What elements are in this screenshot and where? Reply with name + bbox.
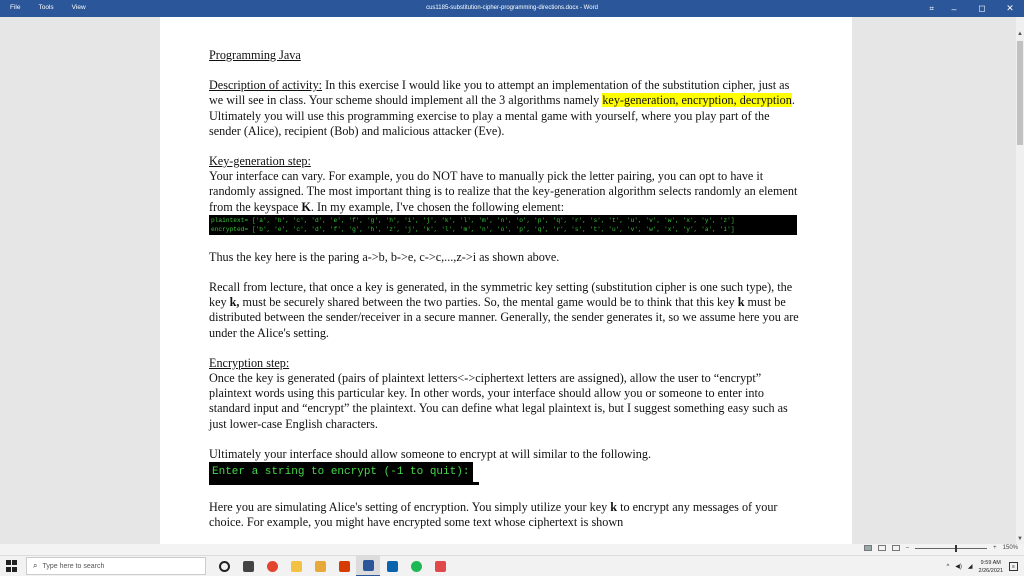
- code-screenshot: plaintext= ['a', 'b', 'c', 'd', 'e', 'f'…: [209, 214, 797, 235]
- spotify-icon[interactable]: [404, 556, 428, 576]
- key-paragraph: Thus the key here is the paring a->b, b-…: [209, 249, 560, 264]
- network-icon[interactable]: ◢: [968, 563, 973, 570]
- document-page[interactable]: Programming Java Description of activity…: [160, 17, 852, 544]
- scroll-down-icon[interactable]: ▼: [1017, 536, 1023, 542]
- task-view-icon[interactable]: [236, 556, 260, 576]
- zoom-slider-thumb[interactable]: [955, 544, 958, 552]
- cortana-icon[interactable]: [212, 556, 236, 576]
- close-button[interactable]: ✕: [996, 0, 1024, 17]
- clock-time: 9:59 AM: [980, 559, 1001, 566]
- keygen-text-2: . In my example, I've chosen the followi…: [310, 199, 565, 214]
- recall-paragraph: Recall from lecture, that once a key is …: [209, 280, 801, 341]
- windows-start-icon[interactable]: [6, 560, 18, 572]
- zoom-in-button[interactable]: +: [993, 545, 997, 551]
- code-encrypted-line: encrypted= ['b', 'e', 'c', 'd', 'f', 'g'…: [211, 225, 735, 233]
- scroll-up-icon[interactable]: ▲: [1017, 31, 1023, 37]
- vertical-scrollbar[interactable]: ▲ ▼: [1016, 17, 1024, 544]
- ribbon-display-icon[interactable]: ⌗: [929, 4, 934, 14]
- key-symbol: k,: [229, 295, 240, 310]
- view-controls: – + 150%: [863, 544, 1018, 552]
- encryption-label: Encryption step:: [209, 355, 290, 370]
- keyspace-symbol: K: [301, 199, 311, 214]
- task-view-icon-glyph: [242, 561, 254, 572]
- alice-paragraph: Here you are simulating Alice's setting …: [209, 500, 801, 530]
- minimize-button[interactable]: –: [940, 0, 968, 17]
- status-bar: – + 150%: [0, 544, 1024, 555]
- app-icon-glyph: [434, 561, 446, 572]
- notification-icon[interactable]: ≡: [1009, 562, 1018, 571]
- taskbar-search[interactable]: ⌕ Type here to search: [26, 557, 206, 575]
- page-heading: Programming Java: [209, 48, 301, 62]
- mail-icon-glyph: [386, 561, 398, 572]
- console-screenshot: Enter a string to encrypt (-1 to quit):: [209, 462, 474, 483]
- search-icon: ⌕: [33, 561, 38, 570]
- file-explorer-icon[interactable]: [284, 556, 308, 576]
- code-plaintext-line: plaintext= ['a', 'b', 'c', 'd', 'e', 'f'…: [211, 216, 735, 224]
- store-icon[interactable]: [308, 556, 332, 576]
- cortana-icon-glyph: [218, 561, 230, 572]
- read-mode-icon[interactable]: [863, 545, 872, 551]
- office-icon[interactable]: [332, 556, 356, 576]
- highlighted-text: key-generation, encryption, decryption: [602, 93, 792, 108]
- description-paragraph: Description of activity: In this exercis…: [209, 78, 801, 139]
- clock[interactable]: 9:59 AM 2/26/2021: [979, 559, 1003, 575]
- chrome-icon[interactable]: [260, 556, 284, 576]
- window-title: cus1185-substitution-cipher-programming-…: [426, 5, 598, 11]
- scroll-thumb[interactable]: [1017, 41, 1023, 145]
- title-bar: File Tools View cus1185-substitution-cip…: [0, 0, 1024, 17]
- maximize-button[interactable]: ◻: [968, 0, 996, 17]
- description-label: Description of activity:: [209, 78, 323, 93]
- chrome-icon-glyph: [266, 561, 278, 572]
- tray-chevron-icon[interactable]: ^: [946, 564, 949, 570]
- taskbar-apps: [212, 556, 452, 576]
- zoom-slider[interactable]: [915, 544, 988, 552]
- system-tray: ^ ◀) ◢ 9:59 AM 2/26/2021 ≡: [946, 557, 1018, 576]
- word-icon-glyph: [362, 560, 374, 571]
- volume-icon[interactable]: ◀): [955, 563, 962, 570]
- alice-text: Here you are simulating Alice's setting …: [209, 500, 611, 515]
- window-controls: – ◻ ✕: [940, 0, 1024, 17]
- recall-text-2: must be securely shared between the two …: [239, 295, 738, 310]
- word-icon[interactable]: [356, 556, 380, 576]
- encryption-paragraph: Once the key is generated (pairs of plai…: [209, 371, 788, 431]
- file-explorer-icon-glyph: [290, 561, 302, 572]
- office-icon-glyph: [338, 561, 350, 572]
- print-layout-icon[interactable]: [877, 545, 886, 551]
- web-layout-icon[interactable]: [891, 545, 900, 551]
- store-icon-glyph: [314, 561, 326, 572]
- mail-icon[interactable]: [380, 556, 404, 576]
- clock-date: 2/26/2021: [978, 567, 1003, 574]
- document-body[interactable]: Programming Java Description of activity…: [209, 48, 801, 530]
- keygen-label: Key-generation step:: [209, 154, 311, 169]
- zoom-out-button[interactable]: –: [906, 545, 909, 551]
- taskbar: ⌕ Type here to search ^ ◀) ◢ 9:59 AM 2/2…: [0, 555, 1024, 576]
- search-placeholder: Type here to search: [42, 562, 105, 570]
- keygen-paragraph: Your interface can vary. For example, yo…: [209, 169, 801, 215]
- app-icon[interactable]: [428, 556, 452, 576]
- zoom-level[interactable]: 150%: [1003, 545, 1018, 551]
- spotify-icon-glyph: [410, 561, 422, 572]
- document-canvas: Programming Java Description of activity…: [0, 17, 1016, 544]
- ultimately-paragraph: Ultimately your interface should allow s…: [209, 446, 652, 461]
